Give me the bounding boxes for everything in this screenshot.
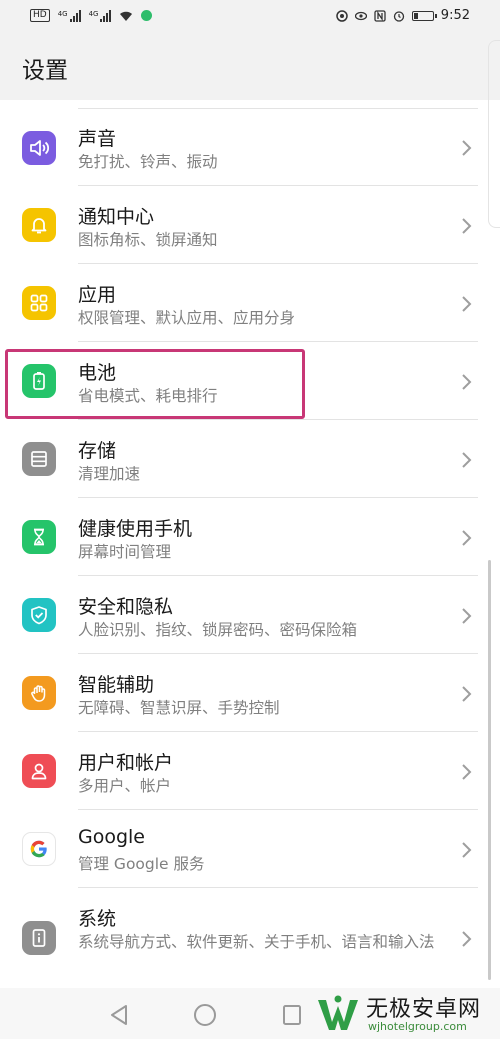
settings-item-subtitle: 管理 Google 服务: [78, 855, 205, 873]
shield-icon: [22, 598, 56, 632]
alarm-icon: [393, 10, 404, 22]
settings-item-subtitle: 系统导航方式、软件更新、关于手机、语言和输入法: [78, 933, 435, 951]
page-title: 设置: [22, 58, 68, 84]
chevron-right-icon: [462, 374, 472, 390]
eye-icon: [354, 11, 367, 20]
chevron-right-icon: [462, 931, 472, 947]
user-icon: [22, 754, 56, 788]
settings-item-title: 智能辅助: [78, 674, 155, 696]
bell-icon: [22, 208, 56, 242]
settings-item-subtitle: 无障碍、智慧识屏、手势控制: [78, 699, 280, 717]
settings-item-title: 声音: [78, 128, 117, 150]
chevron-right-icon: [462, 530, 472, 546]
settings-item-apps[interactable]: 应用 权限管理、默认应用、应用分身: [0, 264, 500, 342]
settings-item-users[interactable]: 用户和帐户 多用户、帐户: [0, 732, 500, 810]
chevron-right-icon: [462, 218, 472, 234]
signal-icon-sim2: 4G: [88, 9, 112, 22]
wifi-icon: [120, 11, 133, 21]
clock: 9:52: [440, 8, 470, 23]
highlight-box: [5, 349, 305, 419]
settings-item-title: 存储: [78, 440, 117, 462]
recent-apps-icon[interactable]: [282, 1004, 302, 1026]
settings-item-subtitle: 图标角标、锁屏通知: [78, 231, 218, 249]
back-icon[interactable]: [108, 1003, 130, 1027]
storage-icon: [22, 442, 56, 476]
settings-item-title: 应用: [78, 284, 117, 306]
google-icon: [22, 832, 56, 866]
settings-item-title: 通知中心: [78, 206, 155, 228]
status-right: 9:52: [336, 8, 470, 23]
hd-badge: HD: [30, 9, 50, 22]
eye-comfort-icon: [336, 9, 348, 22]
watermark: 无极安卓网 wjhotelgroup.com: [312, 990, 500, 1039]
chevron-right-icon: [462, 608, 472, 624]
hourglass-icon: [22, 520, 56, 554]
chevron-right-icon: [462, 842, 472, 858]
settings-item-system[interactable]: 系统 系统导航方式、软件更新、关于手机、语言和输入法: [0, 888, 500, 988]
status-bar: HD 4G 4G 9:52: [0, 0, 500, 34]
battery-status-icon: [411, 10, 437, 21]
settings-item-subtitle: 人脸识别、指纹、锁屏密码、密码保险箱: [78, 621, 358, 639]
nfc-icon: [374, 9, 386, 22]
settings-item-title: 安全和隐私: [78, 596, 174, 618]
settings-item-subtitle: 屏幕时间管理: [78, 543, 172, 561]
home-icon[interactable]: [193, 1003, 217, 1027]
chevron-right-icon: [462, 140, 472, 156]
settings-item-security[interactable]: 安全和隐私 人脸识别、指纹、锁屏密码、密码保险箱: [0, 576, 500, 654]
settings-item-digital-balance[interactable]: 健康使用手机 屏幕时间管理: [0, 498, 500, 576]
watermark-name: 无极安卓网: [366, 997, 482, 1022]
settings-item-subtitle: 多用户、帐户: [78, 777, 172, 795]
speaker-icon: [22, 131, 56, 165]
apps-grid-icon: [22, 286, 56, 320]
scrollbar[interactable]: [488, 560, 491, 980]
status-left: HD 4G 4G: [30, 9, 153, 22]
chevron-right-icon: [462, 764, 472, 780]
network-type-label-1: 4G: [57, 9, 68, 18]
settings-item-subtitle: 清理加速: [78, 465, 141, 483]
watermark-url: wjhotelgroup.com: [368, 1020, 467, 1033]
settings-item-storage[interactable]: 存储 清理加速: [0, 420, 500, 498]
settings-item-subtitle: 权限管理、默认应用、应用分身: [78, 309, 296, 327]
settings-item-title: 系统: [78, 908, 117, 930]
header-bar: HD 4G 4G 9:52 设置: [0, 0, 500, 100]
network-type-label-2: 4G: [88, 9, 99, 18]
settings-item-sound[interactable]: 声音 免打扰、铃声、振动: [0, 108, 500, 186]
settings-item-notifications[interactable]: 通知中心 图标角标、锁屏通知: [0, 186, 500, 264]
settings-item-title: 用户和帐户: [78, 752, 174, 774]
settings-item-title: Google: [78, 826, 146, 848]
settings-item-google[interactable]: Google 管理 Google 服务: [0, 810, 500, 888]
settings-item-subtitle: 免打扰、铃声、振动: [78, 153, 218, 171]
settings-item-accessibility[interactable]: 智能辅助 无障碍、智慧识屏、手势控制: [0, 654, 500, 732]
settings-item-title: 健康使用手机: [78, 518, 193, 540]
watermark-logo-icon: [318, 995, 358, 1030]
chevron-right-icon: [462, 296, 472, 312]
hand-icon: [22, 676, 56, 710]
system-info-icon: [22, 921, 56, 955]
signal-icon-sim1: 4G: [57, 9, 81, 22]
chevron-right-icon: [462, 686, 472, 702]
chevron-right-icon: [462, 452, 472, 468]
app-notification-icon: [141, 10, 153, 21]
